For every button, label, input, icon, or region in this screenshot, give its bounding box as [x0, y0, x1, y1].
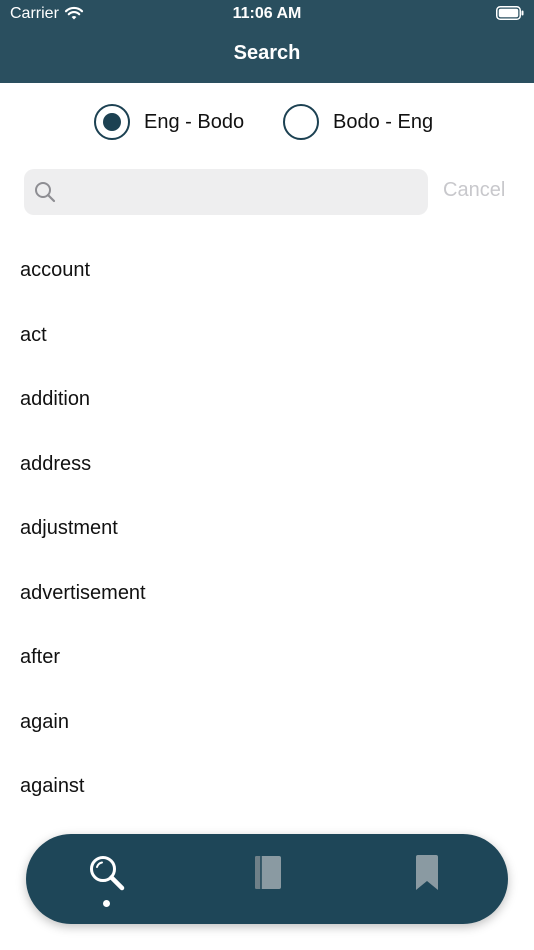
language-toggle: Eng - Bodo Bodo - Eng — [0, 102, 534, 142]
list-item[interactable]: address — [0, 432, 534, 497]
list-item[interactable]: against — [0, 754, 534, 819]
bookmark-icon — [416, 855, 438, 890]
radio-button-unselected[interactable] — [283, 104, 319, 140]
active-tab-indicator — [103, 900, 110, 907]
status-time: 11:06 AM — [232, 5, 302, 22]
tab-bar — [26, 834, 508, 924]
radio-label-eng-bodo: Eng - Bodo — [144, 110, 245, 133]
status-bar: Carrier 11:06 AM — [0, 0, 534, 28]
search-input[interactable] — [66, 177, 420, 209]
radio-label-bodo-eng: Bodo - Eng — [333, 110, 434, 133]
tab-search[interactable] — [66, 834, 146, 924]
list-item[interactable]: act — [0, 303, 534, 368]
navigation-header: Carrier 11:06 AM Search — [0, 0, 534, 83]
battery-icon — [496, 6, 524, 20]
radio-bodo-eng[interactable]: Bodo - Eng — [283, 102, 433, 142]
list-item[interactable]: after — [0, 625, 534, 690]
list-item[interactable]: adjustment — [0, 496, 534, 561]
word-list: account act addition address adjustment … — [0, 238, 534, 819]
list-item[interactable]: addition — [0, 367, 534, 432]
cancel-button[interactable]: Cancel — [443, 179, 505, 202]
list-item[interactable]: advertisement — [0, 561, 534, 626]
tab-bookmarks[interactable] — [387, 834, 467, 924]
search-icon — [35, 182, 56, 203]
book-icon — [255, 856, 281, 889]
search-row: Cancel — [0, 169, 534, 215]
tab-dictionary[interactable] — [227, 834, 307, 924]
search-icon — [90, 856, 125, 891]
page-title: Search — [233, 42, 301, 64]
list-item[interactable]: account — [0, 238, 534, 303]
list-item[interactable]: again — [0, 690, 534, 755]
search-box[interactable] — [24, 169, 428, 215]
radio-eng-bodo[interactable]: Eng - Bodo — [94, 102, 244, 142]
radio-button-selected[interactable] — [94, 104, 130, 140]
